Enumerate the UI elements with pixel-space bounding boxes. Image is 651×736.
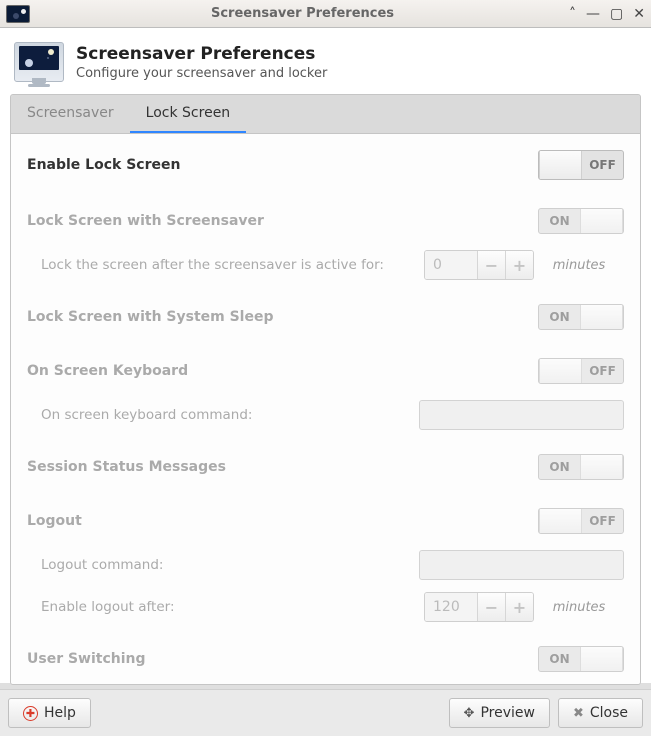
minimize-icon[interactable]: — xyxy=(586,6,600,22)
lock-with-ss-toggle[interactable]: ON xyxy=(538,208,624,234)
rollup-icon[interactable]: ˄ xyxy=(569,6,576,22)
page-title: Screensaver Preferences xyxy=(76,44,327,64)
help-button[interactable]: ✚ Help xyxy=(8,698,91,728)
maximize-icon[interactable]: ▢ xyxy=(610,6,623,22)
window-body: Screensaver Preferences Configure your s… xyxy=(0,28,651,683)
logout-cmd-label: Logout command: xyxy=(27,557,419,573)
toggle-off-text: OFF xyxy=(582,151,623,179)
lock-with-sleep-toggle[interactable]: ON xyxy=(538,304,624,330)
button-bar: ✚ Help ✥ Preview ✖ Close xyxy=(0,689,651,736)
lock-with-ss-label: Lock Screen with Screensaver xyxy=(27,213,538,229)
plus-icon[interactable]: + xyxy=(505,251,533,279)
preview-icon: ✥ xyxy=(464,706,475,721)
logout-label: Logout xyxy=(27,513,538,529)
tab-frame: Screensaver Lock Screen Enable Lock Scre… xyxy=(10,94,641,685)
osk-toggle[interactable]: OFF xyxy=(538,358,624,384)
help-icon: ✚ xyxy=(23,706,38,721)
minus-icon[interactable]: − xyxy=(477,251,505,279)
minus-icon[interactable]: − xyxy=(477,593,505,621)
osk-cmd-label: On screen keyboard command: xyxy=(27,407,419,423)
window-title: Screensaver Preferences xyxy=(36,6,569,21)
osk-label: On Screen Keyboard xyxy=(27,363,538,379)
preview-button[interactable]: ✥ Preview xyxy=(449,698,550,728)
screensaver-app-icon xyxy=(14,42,64,82)
session-msgs-label: Session Status Messages xyxy=(27,459,538,475)
user-switch-label: User Switching xyxy=(27,651,538,667)
page-header: Screensaver Preferences Configure your s… xyxy=(0,28,651,94)
session-msgs-toggle[interactable]: ON xyxy=(538,454,624,480)
lock-delay-spin[interactable]: − + xyxy=(424,250,534,280)
page-subtitle: Configure your screensaver and locker xyxy=(76,66,327,81)
lock-screen-panel: Enable Lock Screen OFF Lock Screen with … xyxy=(11,134,640,684)
enable-lock-toggle[interactable]: OFF xyxy=(538,150,624,180)
lock-delay-unit: minutes xyxy=(534,258,624,273)
lock-delay-label: Lock the screen after the screensaver is… xyxy=(27,257,424,273)
logout-delay-spin[interactable]: − + xyxy=(424,592,534,622)
lock-delay-input[interactable] xyxy=(425,251,477,279)
logout-toggle[interactable]: OFF xyxy=(538,508,624,534)
plus-icon[interactable]: + xyxy=(505,593,533,621)
logout-delay-input[interactable] xyxy=(425,593,477,621)
close-window-icon[interactable]: ✕ xyxy=(633,6,645,22)
lock-with-sleep-label: Lock Screen with System Sleep xyxy=(27,309,538,325)
close-icon: ✖ xyxy=(573,706,584,721)
user-switch-toggle[interactable]: ON xyxy=(538,646,624,672)
titlebar: Screensaver Preferences ˄ — ▢ ✕ xyxy=(0,0,651,28)
close-button[interactable]: ✖ Close xyxy=(558,698,643,728)
toggle-on-text: ON xyxy=(539,209,580,233)
logout-enable-after-label: Enable logout after: xyxy=(27,599,424,615)
window-icon xyxy=(6,5,30,23)
logout-cmd-input[interactable] xyxy=(419,550,624,580)
tab-screensaver[interactable]: Screensaver xyxy=(11,95,130,133)
tab-lock-screen[interactable]: Lock Screen xyxy=(130,95,247,133)
tab-bar: Screensaver Lock Screen xyxy=(11,95,640,134)
enable-lock-label: Enable Lock Screen xyxy=(27,157,538,173)
osk-cmd-input[interactable] xyxy=(419,400,624,430)
window-controls: ˄ — ▢ ✕ xyxy=(569,6,645,22)
logout-delay-unit: minutes xyxy=(534,600,624,615)
